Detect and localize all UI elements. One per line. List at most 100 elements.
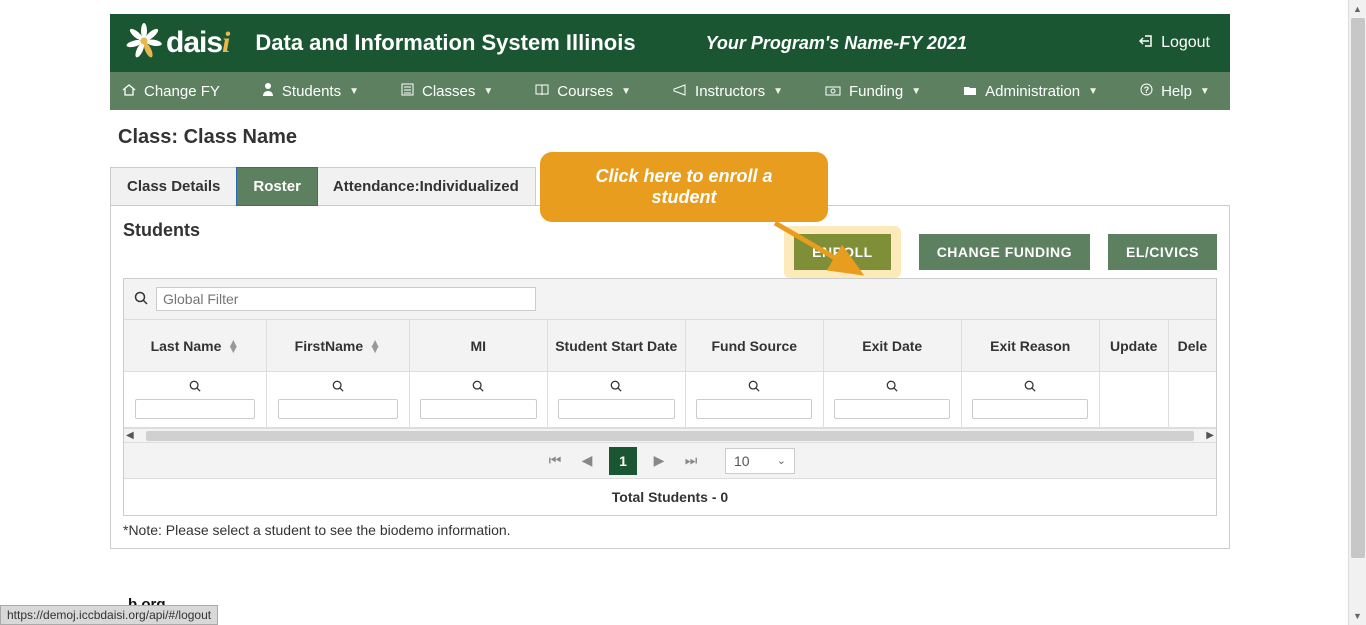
col-exit-date[interactable]: Exit Date — [824, 320, 962, 371]
logo: daisi — [120, 23, 229, 63]
folder-icon — [963, 83, 977, 100]
filter-start-date — [548, 372, 686, 427]
chevron-down-icon: ▼ — [621, 86, 631, 97]
search-icon — [610, 380, 622, 395]
home-icon — [122, 83, 136, 100]
global-filter-row — [124, 279, 1216, 320]
nav-students[interactable]: Students ▼ — [262, 82, 359, 100]
el-civics-button[interactable]: EL/CIVICS — [1108, 234, 1217, 270]
col-exit-reason[interactable]: Exit Reason — [962, 320, 1100, 371]
pager-next[interactable]: ▶ — [649, 452, 669, 469]
filter-delete — [1169, 372, 1216, 427]
table-header: Last Name ▲▼ FirstName ▲▼ MI Student Sta… — [124, 320, 1216, 372]
filter-input-exit-reason[interactable] — [972, 399, 1088, 419]
money-icon — [825, 83, 841, 100]
scrollbar-track[interactable] — [146, 431, 1195, 441]
chevron-down-icon: ▼ — [349, 86, 359, 97]
scroll-up-icon[interactable]: ▲ — [1349, 0, 1366, 18]
filter-exit-date — [824, 372, 962, 427]
sort-icon: ▲▼ — [369, 340, 381, 352]
search-icon — [748, 380, 760, 395]
search-icon — [886, 380, 898, 395]
tab-roster[interactable]: Roster — [236, 167, 318, 206]
search-icon — [134, 291, 148, 308]
logout-icon — [1139, 34, 1155, 53]
daisi-flower-icon — [120, 23, 168, 63]
scroll-left-icon[interactable]: ◀ — [124, 430, 136, 441]
scroll-down-icon[interactable]: ▼ — [1349, 607, 1366, 625]
search-icon — [472, 380, 484, 395]
filter-fund-source — [686, 372, 824, 427]
pager-prev[interactable]: ◀ — [577, 452, 597, 469]
main-nav: Change FY Students ▼ Classes ▼ — [110, 72, 1230, 110]
students-grid: Last Name ▲▼ FirstName ▲▼ MI Student Sta… — [123, 278, 1217, 516]
col-mi[interactable]: MI — [410, 320, 548, 371]
horizontal-scrollbar[interactable]: ◀ ▶ — [124, 428, 1216, 442]
global-filter-input[interactable] — [156, 287, 536, 311]
panel-title: Students — [123, 220, 200, 241]
pager: ⏮ ◀ 1 ▶ ⏭ 10 ⌄ — [124, 442, 1216, 478]
sort-icon: ▲▼ — [227, 340, 239, 352]
logout-label: Logout — [1161, 34, 1210, 52]
logo-text: daisi — [166, 26, 229, 60]
filter-input-exit-date[interactable] — [834, 399, 950, 419]
filter-input-mi[interactable] — [420, 399, 536, 419]
roster-panel: Students ENROLL CHANGE FUNDING EL/CIVICS — [110, 205, 1230, 549]
search-icon — [189, 380, 201, 395]
tab-attendance[interactable]: Attendance:Individualized — [317, 168, 535, 205]
filter-last-name — [124, 372, 267, 427]
col-student-start-date[interactable]: Student Start Date — [548, 320, 686, 371]
chevron-down-icon: ▼ — [1200, 86, 1210, 97]
filter-exit-reason — [962, 372, 1100, 427]
col-last-name[interactable]: Last Name ▲▼ — [124, 320, 267, 371]
col-delete[interactable]: Dele — [1169, 320, 1216, 371]
column-filters — [124, 372, 1216, 428]
chevron-down-icon: ▼ — [911, 86, 921, 97]
search-icon — [1024, 380, 1036, 395]
vertical-scrollbar[interactable]: ▲ ▼ — [1348, 0, 1366, 625]
pager-first[interactable]: ⏮ — [545, 452, 565, 469]
filter-input-last-name[interactable] — [135, 399, 256, 419]
chevron-down-icon: ▼ — [1088, 86, 1098, 97]
filter-mi — [410, 372, 548, 427]
change-funding-button[interactable]: CHANGE FUNDING — [919, 234, 1090, 270]
pager-current[interactable]: 1 — [609, 447, 637, 475]
scroll-right-icon[interactable]: ▶ — [1204, 430, 1216, 441]
col-first-name[interactable]: FirstName ▲▼ — [267, 320, 410, 371]
list-icon — [401, 83, 414, 100]
book-icon — [535, 83, 549, 100]
nav-classes[interactable]: Classes ▼ — [401, 83, 493, 100]
nav-help[interactable]: ? Help ▼ — [1140, 83, 1210, 100]
nav-instructors[interactable]: Instructors ▼ — [673, 83, 783, 100]
person-icon — [262, 82, 274, 100]
nav-funding[interactable]: Funding ▼ — [825, 83, 921, 100]
nav-change-fy[interactable]: Change FY — [122, 83, 220, 100]
col-fund-source[interactable]: Fund Source — [686, 320, 824, 371]
pager-last[interactable]: ⏭ — [681, 452, 701, 469]
nav-administration[interactable]: Administration ▼ — [963, 83, 1098, 100]
chevron-down-icon: ▼ — [773, 86, 783, 97]
chevron-down-icon: ⌄ — [777, 454, 786, 467]
biodemo-note: *Note: Please select a student to see th… — [123, 522, 1217, 538]
megaphone-icon — [673, 83, 687, 100]
filter-first-name — [267, 372, 410, 427]
filter-input-first-name[interactable] — [278, 399, 399, 419]
filter-update — [1100, 372, 1169, 427]
filter-input-start-date[interactable] — [558, 399, 674, 419]
filter-input-fund-source[interactable] — [696, 399, 812, 419]
app-header: daisi Data and Information System Illino… — [110, 14, 1230, 72]
tab-class-details[interactable]: Class Details — [111, 168, 237, 205]
system-title: Data and Information System Illinois — [255, 30, 635, 56]
col-update[interactable]: Update — [1100, 320, 1169, 371]
page-size-select[interactable]: 10 ⌄ — [725, 448, 795, 474]
nav-courses[interactable]: Courses ▼ — [535, 83, 631, 100]
total-students: Total Students - 0 — [124, 478, 1216, 515]
search-icon — [332, 380, 344, 395]
logout-link[interactable]: Logout — [1139, 34, 1210, 53]
browser-status-bar: https://demoj.iccbdaisi.org/api/#/logout — [0, 605, 218, 625]
page-title: Class: Class Name — [118, 126, 1230, 149]
program-name: Your Program's Name-FY 2021 — [706, 33, 1140, 54]
scrollbar-thumb[interactable] — [1351, 18, 1365, 558]
help-icon: ? — [1140, 83, 1153, 100]
tab-bar: Class Details Roster Attendance:Individu… — [110, 167, 536, 205]
